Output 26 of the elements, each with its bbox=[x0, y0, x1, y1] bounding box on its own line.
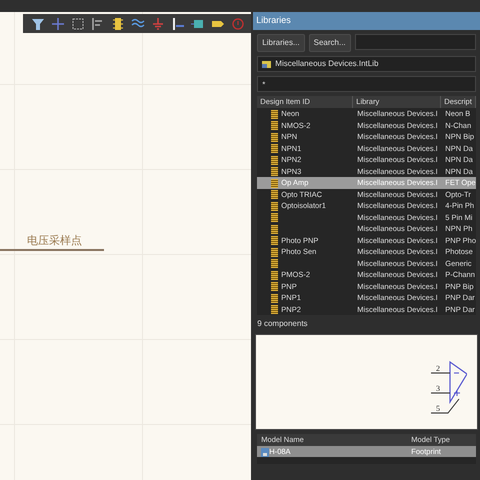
library-icon bbox=[262, 60, 272, 68]
filter-icon[interactable] bbox=[31, 16, 45, 30]
select-icon[interactable] bbox=[71, 16, 85, 30]
crosshair-icon[interactable] bbox=[51, 16, 65, 30]
align-icon[interactable] bbox=[91, 16, 105, 30]
minus-sign bbox=[454, 372, 460, 374]
pin-number: 3 bbox=[436, 384, 440, 393]
bus-icon[interactable] bbox=[171, 16, 185, 30]
footprint-icon bbox=[261, 448, 270, 457]
pin-number: 5 bbox=[436, 404, 440, 413]
pin-line bbox=[430, 398, 460, 414]
component-icon[interactable] bbox=[111, 16, 125, 30]
filter-field[interactable]: * bbox=[257, 76, 476, 92]
panel-button[interactable]: Libraries... bbox=[257, 34, 305, 52]
plus-sign bbox=[454, 390, 461, 396]
op-amp-symbol bbox=[450, 360, 468, 404]
pin-line bbox=[430, 392, 451, 394]
pin-number: 2 bbox=[436, 364, 440, 373]
ground-icon[interactable] bbox=[151, 16, 165, 30]
panel-button[interactable]: Search... bbox=[308, 34, 351, 52]
component-count: 9 components bbox=[256, 318, 309, 330]
panel-title: Libraries bbox=[253, 12, 480, 30]
library-name: Miscellaneous Devices.IntLib bbox=[275, 58, 378, 70]
pin-line bbox=[430, 372, 451, 374]
net-label: 电压采样点 bbox=[27, 233, 82, 249]
library-dropdown[interactable]: Miscellaneous Devices.IntLib bbox=[257, 56, 476, 72]
